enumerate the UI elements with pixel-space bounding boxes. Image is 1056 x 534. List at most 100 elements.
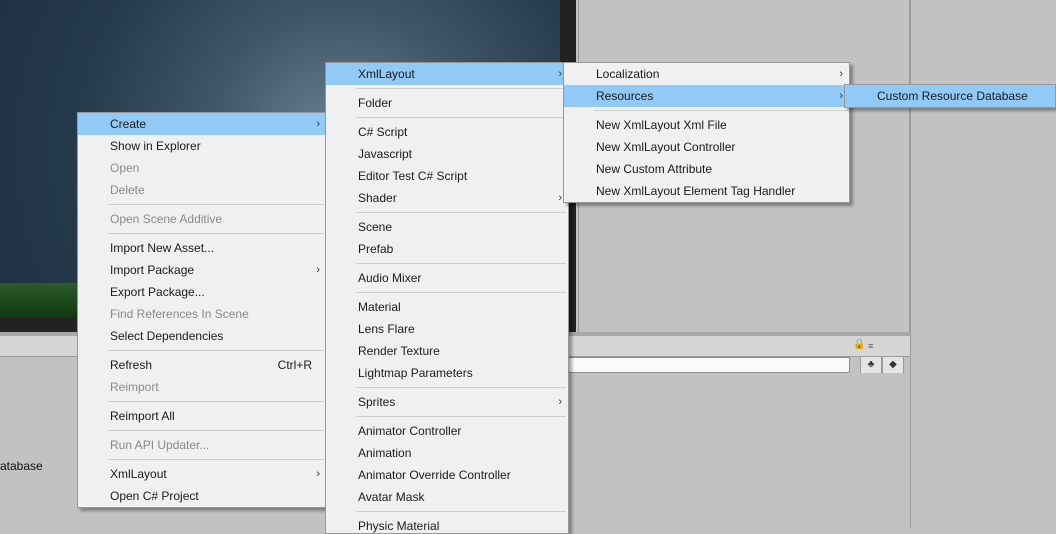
context-menu-item-refresh[interactable]: Refresh Ctrl+R (78, 354, 326, 376)
menu-item-label: Select Dependencies (110, 329, 224, 343)
menu-item-label: Avatar Mask (358, 490, 425, 504)
xmllayout-menu-item-new-xmllayout-element-tag-handler[interactable]: New XmlLayout Element Tag Handler (564, 180, 849, 202)
create-menu-item-editor-test-c-script[interactable]: Editor Test C# Script (326, 165, 568, 187)
create-menu-item-render-texture[interactable]: Render Texture (326, 340, 568, 362)
menu-item-label: Animator Override Controller (358, 468, 511, 482)
menu-lines-icon[interactable]: ≡ (868, 342, 880, 351)
context-menu-item-import-package[interactable]: Import Package › (78, 259, 326, 281)
menu-separator (108, 459, 324, 460)
menu-item-label: Javascript (358, 147, 413, 161)
menu-separator (356, 511, 566, 512)
create-menu-item-lens-flare[interactable]: Lens Flare (326, 318, 568, 340)
chevron-right-icon: › (558, 192, 562, 204)
create-menu-item-material[interactable]: Material (326, 296, 568, 318)
create-menu-item-physic-material[interactable]: Physic Material (326, 515, 568, 533)
context-menu-item-xmllayout[interactable]: XmlLayout › (78, 463, 326, 485)
menu-separator (356, 292, 566, 293)
create-menu-item-animator-override-controller[interactable]: Animator Override Controller (326, 464, 568, 486)
menu-separator (356, 263, 566, 264)
chevron-right-icon: › (316, 118, 320, 130)
menu-item-label: Open C# Project (110, 489, 199, 503)
context-menu-item-import-new-asset[interactable]: Import New Asset... (78, 237, 326, 259)
menu-separator (108, 204, 324, 205)
menu-item-label: Sprites (358, 395, 396, 409)
xmllayout-menu-item-new-xmllayout-controller[interactable]: New XmlLayout Controller (564, 136, 849, 158)
context-menu-item-select-dependencies[interactable]: Select Dependencies (78, 325, 326, 347)
menu-separator (594, 110, 847, 111)
menu-item-label: Animator Controller (358, 424, 462, 438)
create-menu-item-javascript[interactable]: Javascript (326, 143, 568, 165)
context-menu-item-reimport: Reimport (78, 376, 326, 398)
create-menu-item-prefab[interactable]: Prefab (326, 238, 568, 260)
xmllayout-menu-item-resources[interactable]: Resources › (564, 85, 849, 107)
context-menu-item-reimport-all[interactable]: Reimport All (78, 405, 326, 427)
create-menu-item-animation[interactable]: Animation (326, 442, 568, 464)
menu-item-label: Prefab (358, 242, 394, 256)
create-menu-item-xmllayout[interactable]: XmlLayout › (326, 63, 568, 85)
menu-item-label: Create (110, 117, 147, 131)
create-menu-item-scene[interactable]: Scene (326, 216, 568, 238)
xmllayout-menu-item-new-xmllayout-xml-file[interactable]: New XmlLayout Xml File (564, 114, 849, 136)
chevron-right-icon: › (839, 68, 843, 80)
resources-submenu: Custom Resource Database (844, 84, 1056, 108)
context-menu-item-run-api-updater: Run API Updater... (78, 434, 326, 456)
menu-item-shortcut: Ctrl+R (277, 358, 312, 372)
context-menu-item-create[interactable]: Create › (78, 113, 326, 135)
menu-item-label: New XmlLayout Controller (596, 140, 736, 154)
context-menu-item-open: Open (78, 157, 326, 179)
search-input[interactable] (568, 357, 850, 373)
context-menu-item-export-package[interactable]: Export Package... (78, 281, 326, 303)
menu-item-label: Import New Asset... (110, 241, 215, 255)
asset-list-item[interactable]: atabase (0, 459, 43, 473)
filter-by-type-icon[interactable]: ♣ (860, 356, 882, 374)
menu-separator (356, 117, 566, 118)
menu-item-label: Reimport (110, 380, 159, 394)
resources-menu-item-custom-resource-database[interactable]: Custom Resource Database (845, 85, 1055, 107)
menu-separator (356, 387, 566, 388)
menu-item-label: Find References In Scene (110, 307, 249, 321)
menu-item-label: Import Package (110, 263, 195, 277)
menu-item-label: Audio Mixer (358, 271, 422, 285)
menu-item-label: Folder (358, 96, 393, 110)
menu-item-label: New XmlLayout Element Tag Handler (596, 184, 796, 198)
create-menu-item-shader[interactable]: Shader › (326, 187, 568, 209)
menu-item-label: Export Package... (110, 285, 205, 299)
menu-separator (356, 416, 566, 417)
menu-item-label: Render Texture (358, 344, 440, 358)
context-menu-item-open-c-project[interactable]: Open C# Project (78, 485, 326, 507)
menu-separator (108, 401, 324, 402)
menu-item-label: Custom Resource Database (877, 89, 1028, 103)
menu-item-label: Refresh (110, 358, 153, 372)
create-menu-item-audio-mixer[interactable]: Audio Mixer (326, 267, 568, 289)
menu-item-label: Open Scene Additive (110, 212, 223, 226)
context-menu-item-find-references-in-scene: Find References In Scene (78, 303, 326, 325)
side-panel[interactable] (910, 0, 1056, 528)
filter-by-label-icon[interactable]: ◆ (882, 356, 904, 374)
context-menu-item-show-in-explorer[interactable]: Show in Explorer (78, 135, 326, 157)
menu-item-label: Show in Explorer (110, 139, 201, 153)
create-menu-item-avatar-mask[interactable]: Avatar Mask (326, 486, 568, 508)
menu-item-label: Editor Test C# Script (358, 169, 468, 183)
chevron-right-icon: › (839, 90, 843, 102)
menu-item-label: New XmlLayout Xml File (596, 118, 727, 132)
lock-icon[interactable]: 🔒 (853, 340, 865, 350)
menu-item-label: Scene (358, 220, 393, 234)
create-menu-item-c-script[interactable]: C# Script (326, 121, 568, 143)
menu-separator (108, 233, 324, 234)
create-menu-item-sprites[interactable]: Sprites › (326, 391, 568, 413)
menu-item-label: New Custom Attribute (596, 162, 713, 176)
xmllayout-submenu: Localization › Resources › New XmlLayout Xml… (563, 62, 850, 203)
menu-item-label: Run API Updater... (110, 438, 210, 452)
xmllayout-menu-item-localization[interactable]: Localization › (564, 63, 849, 85)
chevron-right-icon: › (558, 396, 562, 408)
xmllayout-menu-item-new-custom-attribute[interactable]: New Custom Attribute (564, 158, 849, 180)
context-menu: Create › Show in Explorer Open Delete Open Sc… (77, 112, 327, 508)
menu-item-label: Lightmap Parameters (358, 366, 473, 380)
chevron-right-icon: › (316, 264, 320, 276)
menu-item-label: C# Script (358, 125, 408, 139)
create-menu-item-folder[interactable]: Folder (326, 92, 568, 114)
chevron-right-icon: › (316, 468, 320, 480)
chevron-right-icon: › (558, 68, 562, 80)
create-menu-item-lightmap-parameters[interactable]: Lightmap Parameters (326, 362, 568, 384)
create-menu-item-animator-controller[interactable]: Animator Controller (326, 420, 568, 442)
